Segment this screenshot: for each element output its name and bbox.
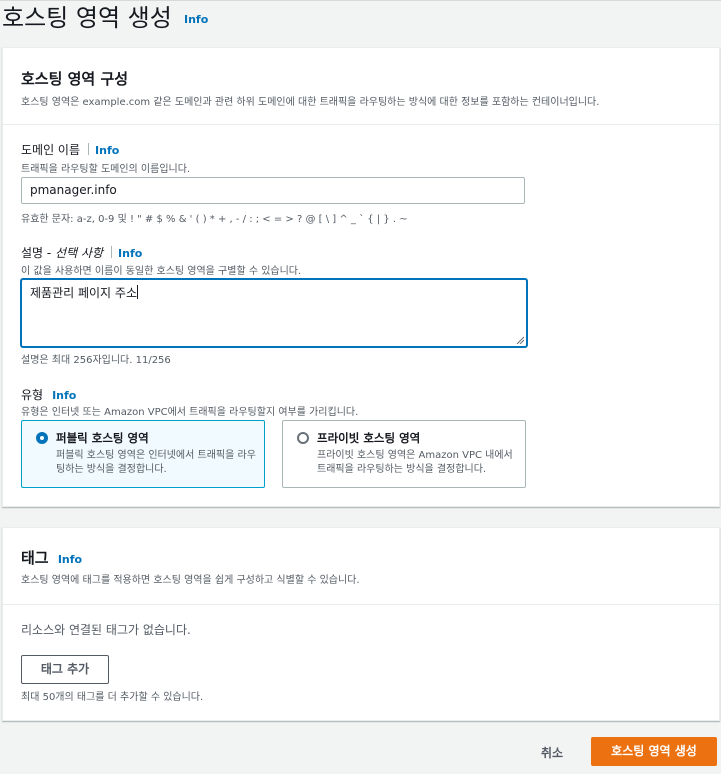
label-separator [47, 388, 48, 400]
type-label: 유형 Info [21, 388, 77, 402]
config-panel-title: 호스팅 영역 구성 [21, 70, 129, 88]
page-title: 호스팅 영역 생성 [2, 4, 172, 32]
domain-name-value: pmanager.info [30, 183, 117, 197]
private-hosted-zone-option[interactable]: 프라이빗 호스팅 영역 프라이빗 호스팅 영역은 Amazon VPC 내에서 … [282, 420, 526, 488]
comment-description: 이 값을 사용하면 이름이 동일한 호스팅 영역을 구별할 수 있습니다. [21, 266, 302, 277]
public-hosted-zone-option[interactable]: 퍼블릭 호스팅 영역 퍼블릭 호스팅 영역은 인터넷에서 트래픽을 라우팅하는 … [21, 420, 265, 488]
comment-hint: 설명은 최대 256자입니다. 11/256 [21, 355, 171, 366]
page-info-link[interactable]: Info [184, 13, 208, 26]
label-separator [111, 246, 113, 258]
public-zone-description: 퍼블릭 호스팅 영역은 인터넷에서 트래픽을 라우팅하는 방식을 결정합니다. [56, 450, 256, 475]
create-hosted-zone-button[interactable]: 호스팅 영역 생성 [591, 737, 717, 766]
type-description: 유형은 인터넷 또는 Amazon VPC에서 트래픽을 라우팅할지 여부를 가… [21, 407, 359, 418]
domain-name-input[interactable]: pmanager.info [21, 177, 525, 204]
config-panel-description: 호스팅 영역은 example.com 같은 도메인과 관련 하위 도메인에 대… [21, 97, 600, 108]
tags-panel-description: 호스팅 영역에 태그를 적용하면 호스팅 영역을 쉽게 구성하고 식별할 수 있… [21, 575, 360, 586]
comment-textarea[interactable]: 제품관리 페이지 주소 [21, 279, 527, 347]
public-zone-title: 퍼블릭 호스팅 영역 [56, 431, 149, 445]
cancel-button[interactable]: 취소 [541, 744, 563, 761]
label-separator [88, 143, 90, 155]
no-tags-message: 리소스와 연결된 태그가 없습니다. [21, 623, 191, 637]
tags-info-link[interactable]: Info [58, 553, 82, 566]
text-cursor [137, 285, 138, 299]
add-tag-button[interactable]: 태그 추가 [21, 655, 109, 684]
type-info-link[interactable]: Info [52, 389, 76, 402]
domain-name-label: 도메인 이름 Info [21, 143, 120, 157]
tags-hint: 최대 50개의 태그를 더 추가할 수 있습니다. [21, 692, 204, 703]
tags-panel-header: 태그 Info 호스팅 영역에 태그를 적용하면 호스팅 영역을 쉽게 구성하고… [3, 528, 719, 605]
domain-info-link[interactable]: Info [95, 144, 119, 157]
domain-name-description: 트래픽을 라우팅할 도메인의 이름입니다. [21, 164, 191, 175]
radio-unselected-icon[interactable] [297, 432, 309, 444]
domain-name-hint: 유효한 문자: a-z, 0-9 및 ! " # $ % & ' ( ) * +… [21, 214, 408, 225]
resize-handle-icon[interactable] [516, 336, 524, 344]
radio-selected-icon[interactable] [36, 432, 48, 444]
config-panel-header: 호스팅 영역 구성 호스팅 영역은 example.com 같은 도메인과 관련… [3, 48, 719, 125]
private-zone-description: 프라이빗 호스팅 영역은 Amazon VPC 내에서 트래픽을 라우팅하는 방… [317, 450, 513, 475]
comment-value: 제품관리 페이지 주소 [30, 286, 137, 300]
hosted-zone-config-panel: 호스팅 영역 구성 호스팅 영역은 example.com 같은 도메인과 관련… [2, 47, 720, 507]
private-zone-title: 프라이빗 호스팅 영역 [317, 431, 421, 445]
tags-panel-title: 태그 Info [21, 549, 83, 567]
comment-label: 설명 - 선택 사항 Info [21, 246, 143, 260]
comment-info-link[interactable]: Info [118, 247, 142, 260]
tags-panel: 태그 Info 호스팅 영역에 태그를 적용하면 호스팅 영역을 쉽게 구성하고… [2, 527, 720, 721]
